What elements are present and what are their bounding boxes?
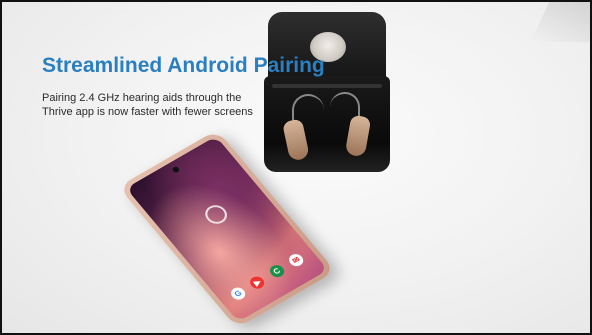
corner-shadow (530, 2, 590, 42)
youtube-icon: ▶ (247, 274, 268, 291)
phone-dock: G ▶ C ✉ (228, 251, 307, 302)
messages-icon: ✉ (286, 251, 307, 269)
front-camera (171, 165, 181, 174)
google-icon: G (228, 285, 249, 302)
slide-title: Streamlined Android Pairing (42, 54, 325, 77)
charger-ridge (272, 84, 382, 88)
slide-body: Pairing 2.4 GHz hearing aids through the… (42, 92, 322, 120)
charger-base (264, 76, 390, 172)
slide-body-line-2: Thrive app is now faster with fewer scre… (42, 105, 253, 118)
presentation-slide: G ▶ C ✉ Streamlined Android Pairing Pair… (0, 0, 592, 335)
lock-ring-icon (200, 201, 232, 228)
slide-body-line-1: Pairing 2.4 GHz hearing aids through the (42, 92, 242, 104)
contacts-icon: C (266, 262, 287, 280)
